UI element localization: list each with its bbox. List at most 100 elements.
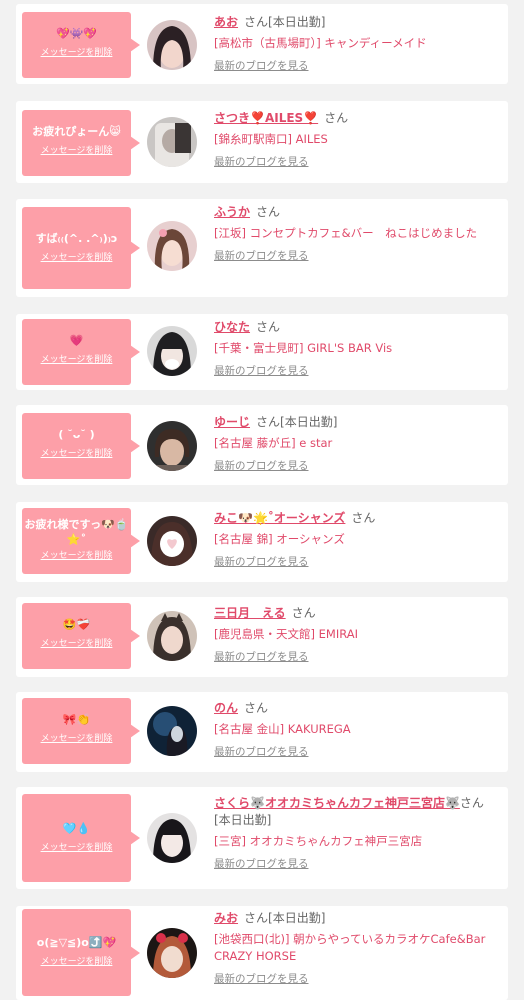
honorific: さん [256,320,281,334]
blog-link[interactable]: 最新のブログを見る [214,972,500,986]
shop-text: [高松市（古馬場町）] キャンディーメイド [214,36,427,50]
blog-link[interactable]: 最新のブログを見る [214,459,500,473]
list-item: o(≧▽≦)o⤴️💖 メッセージを削除 みお さん[本日出勤] [池袋西口(北)]… [16,906,508,1000]
status-badge: [本日出勤] [214,813,272,827]
user-name-link[interactable]: のん [214,701,238,715]
delete-message-link[interactable]: メッセージを削除 [22,550,131,562]
avatar[interactable] [147,813,197,863]
shop-text: [江坂] コンセプトカフェ&バー ねこはじめました [214,226,478,240]
user-info: 三日月 える さん [鹿児島県・天文館] EMIRAI 最新のブログを見る [214,605,500,664]
message-text: お疲れ様ですっ🐶🍵⭐️˚ [24,518,129,546]
message-bubble: 🤩❤️‍🩹 メッセージを削除 [22,603,140,669]
user-info: みこ🐶🌟˚オーシャンズ さん [名古屋 錦] オーシャンズ 最新のブログを見る [214,510,500,569]
user-name-link[interactable]: ひなた [214,320,250,334]
delete-message-link[interactable]: メッセージを削除 [22,252,131,264]
message-text: すば₍₍(^. .^₎)₎ɔ [35,232,118,245]
user-name-link[interactable]: あお [214,15,238,29]
honorific: さん [244,15,269,29]
delete-message-link[interactable]: メッセージを削除 [22,448,131,460]
honorific: さん [459,796,484,810]
shop-text: [名古屋 藤が丘] e star [214,436,333,450]
shop-text: [名古屋 錦] オーシャンズ [214,532,345,546]
user-info: ひなた さん [千葉・富士見町] GIRL'S BAR Vis 最新のブログを見る [214,319,500,378]
message-bubble: お疲れ様ですっ🐶🍵⭐️˚ メッセージを削除 [22,508,140,574]
honorific: さん [291,606,316,620]
message-bubble: 🎀👏 メッセージを削除 [22,698,140,764]
delete-message-link[interactable]: メッセージを削除 [22,733,131,745]
message-bubble: 💗 メッセージを削除 [22,319,140,385]
blog-link[interactable]: 最新のブログを見る [214,555,500,569]
honorific: さん [256,205,281,219]
user-name-link[interactable]: みお [214,911,238,925]
message-text: o(≧▽≦)o⤴️💖 [36,936,117,949]
list-item: 💖👾💖 メッセージを削除 あお さん[本日出勤] [高松市（古馬場町）] キャンデ… [16,4,508,84]
list-item: 🎀👏 メッセージを削除 のん さん [名古屋 金山] KAKUREGA 最新のブロ… [16,692,508,772]
user-info: さつき❣️AILES❣️ さん [錦糸町駅南口] AILES 最新のブログを見る [214,110,500,169]
blog-link[interactable]: 最新のブログを見る [214,857,500,871]
list-item: ( ˘ᴗ˘ ) メッセージを削除 ゆーじ さん[本日出勤] [名古屋 藤が丘] e… [16,405,508,485]
message-bubble: 💖👾💖 メッセージを削除 [22,12,140,78]
shop-text: [三宮] オオカミちゃんカフェ神戸三宮店 [214,834,423,848]
list-item: お疲れ様ですっ🐶🍵⭐️˚ メッセージを削除 みこ🐶🌟˚オーシャンズ さん [名古屋… [16,502,508,582]
message-bubble: o(≧▽≦)o⤴️💖 メッセージを削除 [22,909,140,996]
message-text: 💗 [69,334,84,347]
user-name-link[interactable]: ゆーじ [214,415,250,429]
user-info: さくら🐺オオカミちゃんカフェ神戸三宮店🐺さん [本日出勤] [三宮] オオカミちゃ… [214,795,500,871]
delete-message-link[interactable]: メッセージを削除 [22,956,131,968]
blog-link[interactable]: 最新のブログを見る [214,745,500,759]
list-item: すば₍₍(^. .^₎)₎ɔ メッセージを削除 ふうか さん [江坂] コンセプト… [16,199,508,297]
shop-text: [名古屋 金山] KAKUREGA [214,722,351,736]
avatar[interactable] [147,516,197,566]
avatar[interactable] [147,117,197,167]
message-text: 🤩❤️‍🩹 [62,618,91,631]
user-info: ゆーじ さん[本日出勤] [名古屋 藤が丘] e star 最新のブログを見る [214,414,500,473]
list-item: 🩵💧 メッセージを削除 さくら🐺オオカミちゃんカフェ神戸三宮店🐺さん [本日出勤]… [16,787,508,889]
message-bubble: 🩵💧 メッセージを削除 [22,794,140,882]
user-info: ふうか さん [江坂] コンセプトカフェ&バー ねこはじめました 最新のブログを見… [214,204,500,263]
honorific: さん [256,415,281,429]
avatar[interactable] [147,326,197,376]
message-text: お疲れぴょーん😸 [32,125,121,138]
user-name-link[interactable]: ふうか [214,205,250,219]
avatar[interactable] [147,611,197,661]
avatar[interactable] [147,20,197,70]
blog-link[interactable]: 最新のブログを見る [214,59,500,73]
avatar[interactable] [147,928,197,978]
honorific: さん [351,511,376,525]
list-item: お疲れぴょーん😸 メッセージを削除 さつき❣️AILES❣️ さん [錦糸町駅南口… [16,101,508,183]
message-text: 🎀👏 [62,713,91,726]
blog-link[interactable]: 最新のブログを見る [214,155,500,169]
delete-message-link[interactable]: メッセージを削除 [22,638,131,650]
status-badge: [本日出勤] [268,911,326,925]
message-text: 💖👾💖 [55,27,98,40]
user-name-link[interactable]: さくら🐺オオカミちゃんカフェ神戸三宮店🐺 [214,796,460,810]
honorific: さん [244,701,269,715]
delete-message-link[interactable]: メッセージを削除 [22,145,131,157]
user-name-link[interactable]: 三日月 える [214,606,286,620]
shop-text: [千葉・富士見町] GIRL'S BAR Vis [214,341,393,355]
message-bubble: すば₍₍(^. .^₎)₎ɔ メッセージを削除 [22,207,140,289]
user-info: みお さん[本日出勤] [池袋西口(北)] 朝からやっているカラオケCafe&Ba… [214,910,500,986]
honorific: さん [324,111,349,125]
message-text: ( ˘ᴗ˘ ) [58,428,95,441]
user-name-link[interactable]: みこ🐶🌟˚オーシャンズ [214,511,345,525]
blog-link[interactable]: 最新のブログを見る [214,364,500,378]
blog-link[interactable]: 最新のブログを見る [214,650,500,664]
user-name-link[interactable]: さつき❣️AILES❣️ [214,111,318,125]
status-badge: [本日出勤] [268,15,326,29]
list-item: 💗 メッセージを削除 ひなた さん [千葉・富士見町] GIRL'S BAR Vi… [16,314,508,390]
shop-text: [錦糸町駅南口] AILES [214,132,328,146]
user-info: のん さん [名古屋 金山] KAKUREGA 最新のブログを見る [214,700,500,759]
message-text: 🩵💧 [62,822,91,835]
message-bubble: お疲れぴょーん😸 メッセージを削除 [22,110,140,176]
message-bubble: ( ˘ᴗ˘ ) メッセージを削除 [22,413,140,479]
delete-message-link[interactable]: メッセージを削除 [22,842,131,854]
avatar[interactable] [147,706,197,756]
honorific: さん [244,911,269,925]
blog-link[interactable]: 最新のブログを見る [214,249,500,263]
user-info: あお さん[本日出勤] [高松市（古馬場町）] キャンディーメイド 最新のブログを… [214,14,500,73]
avatar[interactable] [147,221,197,271]
delete-message-link[interactable]: メッセージを削除 [22,47,131,59]
avatar[interactable] [147,421,197,471]
delete-message-link[interactable]: メッセージを削除 [22,354,131,366]
